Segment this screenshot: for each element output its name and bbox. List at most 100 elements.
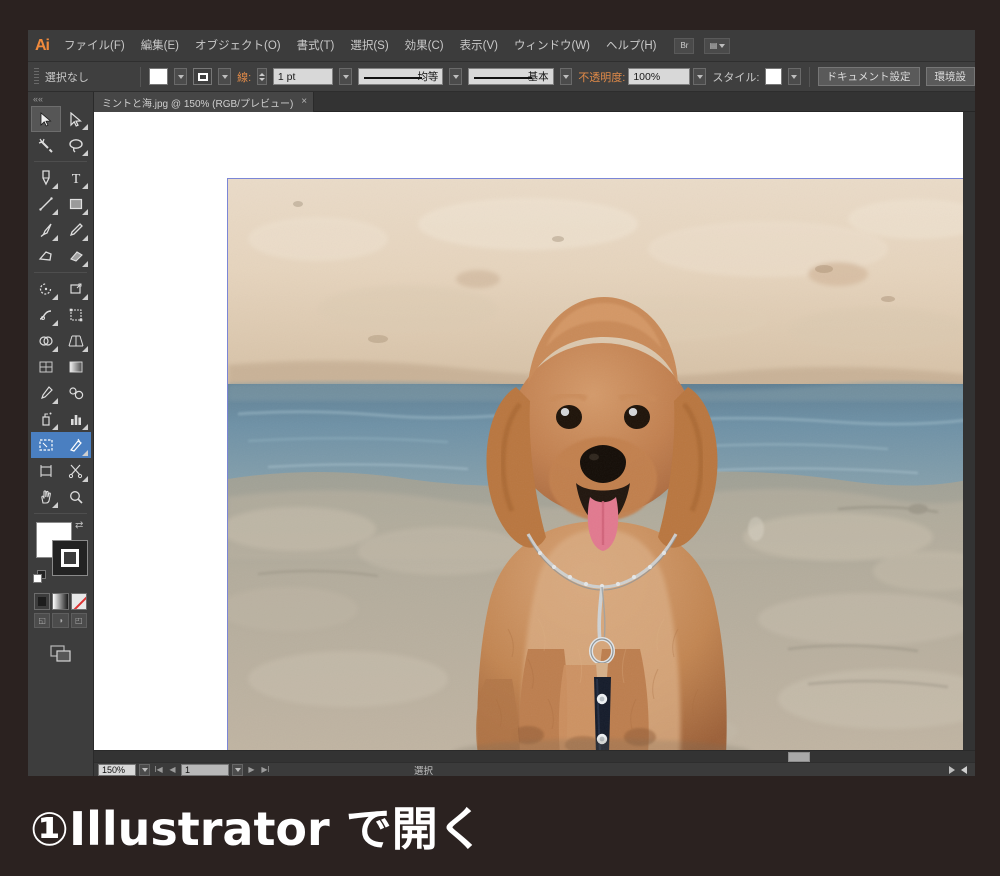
slice-tool[interactable]	[61, 432, 91, 458]
magic-wand-tool[interactable]	[31, 132, 61, 158]
blend-tool[interactable]	[61, 380, 91, 406]
menu-object[interactable]: オブジェクト(O)	[187, 30, 289, 62]
perspective-grid-tool[interactable]	[61, 328, 91, 354]
style-dropdown-button[interactable]	[787, 68, 801, 85]
chevron-down-icon	[719, 43, 726, 48]
type-tool[interactable]: T	[61, 165, 91, 191]
artboard-dropdown-button[interactable]	[232, 763, 243, 776]
bridge-icon[interactable]: Br	[674, 37, 695, 54]
menu-type[interactable]: 書式(T)	[289, 30, 343, 62]
column-graph-tool[interactable]	[61, 406, 91, 432]
paintbrush-tool[interactable]	[31, 217, 61, 243]
blob-brush-tool[interactable]	[31, 243, 61, 269]
menu-edit[interactable]: 編集(E)	[133, 30, 187, 62]
tools-panel-collapse-handle[interactable]: ««	[28, 92, 93, 106]
arrange-documents-icon[interactable]: ▤	[704, 37, 731, 54]
placed-image-dog-photo[interactable]	[228, 179, 972, 750]
preferences-button[interactable]: 環境設	[925, 67, 975, 86]
opacity-label: 不透明度:	[578, 71, 626, 84]
next-artboard-button[interactable]: ▶	[246, 764, 257, 776]
scale-tool[interactable]	[61, 276, 91, 302]
last-artboard-button[interactable]: ▶I	[260, 764, 271, 776]
fill-color-swatch[interactable]	[148, 68, 169, 85]
eraser-tool[interactable]	[61, 243, 91, 269]
hand-tool[interactable]	[31, 484, 61, 510]
stroke-color-swatch[interactable]	[193, 68, 213, 85]
brush-definition-dropdown-button[interactable]	[559, 68, 573, 85]
opacity-dropdown-button[interactable]	[693, 68, 707, 85]
stroke-weight-input[interactable]: 1 pt	[272, 68, 334, 85]
stroke-weight-dropdown-button[interactable]	[339, 68, 352, 85]
free-transform-tool[interactable]	[61, 302, 91, 328]
canvas-area[interactable]	[94, 112, 975, 750]
draw-normal-mode-button[interactable]: ◱	[34, 613, 51, 628]
tool-expand-corner-icon	[52, 502, 58, 508]
pen-tool[interactable]	[31, 165, 61, 191]
screen-mode-button[interactable]	[28, 628, 93, 664]
draw-inside-mode-button[interactable]: ◰	[70, 613, 87, 628]
document-setup-button[interactable]: ドキュメント設定	[817, 67, 920, 86]
zoom-tool[interactable]	[61, 484, 91, 510]
selection-status-label: 選択なし	[44, 71, 89, 84]
scissors-tool[interactable]	[61, 458, 91, 484]
status-bar: 150% I◀ ◀ 1 ▶ ▶I 選択	[94, 762, 975, 776]
menu-select[interactable]: 選択(S)	[342, 30, 396, 62]
color-swatch-button[interactable]	[34, 593, 51, 610]
none-swatch-button[interactable]	[70, 593, 87, 610]
opacity-input[interactable]: 100%	[628, 68, 691, 85]
stroke-weight-stepper[interactable]	[257, 68, 267, 85]
stroke-swatch[interactable]	[52, 540, 88, 576]
tool-expand-corner-icon	[82, 476, 88, 482]
menu-view[interactable]: 表示(V)	[452, 30, 506, 62]
crop-tool[interactable]	[31, 458, 61, 484]
vertical-scrollbar[interactable]	[963, 112, 975, 750]
menu-effect[interactable]: 効果(C)	[397, 30, 452, 62]
gradient-swatch-button[interactable]	[52, 593, 69, 610]
previous-artboard-button[interactable]: ◀	[167, 764, 178, 776]
fill-dropdown-button[interactable]	[174, 68, 188, 85]
direct-selection-tool[interactable]	[61, 106, 91, 132]
zoom-level-input[interactable]: 150%	[98, 763, 136, 776]
selection-tool[interactable]	[31, 106, 61, 132]
lasso-tool[interactable]	[61, 132, 91, 158]
width-tool[interactable]	[31, 302, 61, 328]
mesh-tool[interactable]	[31, 354, 61, 380]
artboard-tool[interactable]	[31, 432, 61, 458]
shape-builder-tool[interactable]	[31, 328, 61, 354]
stroke-profile-dropdown-button[interactable]	[449, 68, 463, 85]
draw-behind-mode-button[interactable]: ◑	[52, 613, 69, 628]
status-menu-arrow-icon[interactable]	[949, 765, 955, 774]
horizontal-scrollbar[interactable]	[94, 750, 975, 762]
drawing-mode-row: ◱ ◑ ◰	[28, 610, 93, 628]
rotate-tool[interactable]	[31, 276, 61, 302]
menu-help[interactable]: ヘルプ(H)	[598, 30, 664, 62]
stroke-dropdown-button[interactable]	[218, 68, 232, 85]
artboard[interactable]	[227, 178, 973, 750]
symbol-sprayer-tool[interactable]	[31, 406, 61, 432]
document-tab[interactable]: ミントと海.jpg @ 150% (RGB/プレビュー) ×	[94, 92, 315, 112]
artboard-number-input[interactable]: 1	[181, 763, 229, 776]
first-artboard-button[interactable]: I◀	[153, 764, 164, 776]
gradient-tool[interactable]	[61, 354, 91, 380]
tools-panel: «« T ⇄ ◱ ◑ ◰	[28, 92, 94, 776]
graphic-style-swatch[interactable]	[765, 68, 782, 85]
divider	[34, 513, 87, 514]
illustrator-window: Ai ファイル(F) 編集(E) オブジェクト(O) 書式(T) 選択(S) 効…	[28, 30, 975, 776]
horizontal-scrollbar-thumb[interactable]	[788, 752, 810, 762]
close-icon[interactable]: ×	[301, 97, 307, 107]
scroll-left-arrow-icon[interactable]	[961, 765, 967, 774]
line-segment-tool[interactable]	[31, 191, 61, 217]
pencil-tool[interactable]	[61, 217, 91, 243]
zoom-dropdown-button[interactable]	[139, 763, 150, 776]
status-info-text: 選択	[414, 765, 434, 777]
control-bar-grip[interactable]	[34, 67, 39, 86]
menu-file[interactable]: ファイル(F)	[56, 30, 133, 62]
default-fill-stroke-icon[interactable]	[33, 570, 47, 584]
stroke-profile-select[interactable]: 均等	[357, 68, 444, 85]
eyedropper-tool[interactable]	[31, 380, 61, 406]
rectangle-tool[interactable]	[61, 191, 91, 217]
swap-fill-stroke-icon[interactable]: ⇄	[75, 520, 83, 531]
dog-photo-illustration	[228, 179, 972, 750]
brush-definition-select[interactable]: 基本	[468, 68, 554, 85]
menu-window[interactable]: ウィンドウ(W)	[506, 30, 598, 62]
